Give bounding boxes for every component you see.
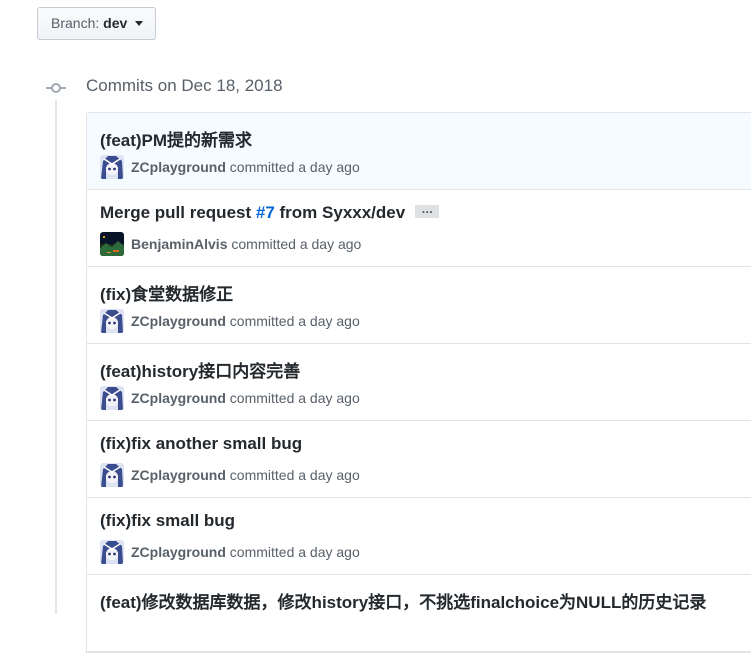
commit-node-icon xyxy=(46,83,66,93)
commit-list: (feat)PM提的新需求 ZCplayground committed a d… xyxy=(86,112,751,653)
commit-meta: ZCplayground committed a day ago xyxy=(100,540,360,564)
anime-avatar[interactable] xyxy=(100,155,124,179)
commit-time: a day ago xyxy=(298,313,360,329)
anime-avatar[interactable] xyxy=(100,463,124,487)
commit-action-text: committed xyxy=(229,390,295,406)
commit-row: (feat)history接口内容完善 ZCplayground committ… xyxy=(87,344,751,421)
commit-meta: ZCplayground committed a day ago xyxy=(100,463,360,487)
timeline-line xyxy=(55,100,57,614)
commit-author-link[interactable]: ZCplayground xyxy=(131,313,226,329)
commit-row: (fix)fix another small bug ZCplayground … xyxy=(87,421,751,498)
commit-row: (fix)食堂数据修正 ZCplayground committed a day… xyxy=(87,267,751,344)
commit-row: (fix)fix small bug ZCplayground committe… xyxy=(87,498,751,575)
commit-row: Merge pull request #7 from Syxxx/dev … Be… xyxy=(87,190,751,267)
commit-time: a day ago xyxy=(298,467,360,483)
commit-meta: ZCplayground committed a day ago xyxy=(100,155,360,179)
commit-time: a day ago xyxy=(298,159,360,175)
commit-action-text: committed xyxy=(231,236,296,252)
anime-avatar[interactable] xyxy=(100,540,124,564)
commit-row: (feat)PM提的新需求 ZCplayground committed a d… xyxy=(87,113,751,190)
commit-action-text: committed xyxy=(229,159,295,175)
commit-title-link[interactable]: Merge pull request #7 from Syxxx/dev … xyxy=(100,203,440,223)
commit-author-link[interactable]: ZCplayground xyxy=(131,390,226,406)
commit-title-link[interactable]: (feat)修改数据库数据，修改history接口，不挑选finalchoice… xyxy=(100,588,706,613)
commit-title-prefix: Merge pull request xyxy=(100,203,256,222)
commit-title-link[interactable]: (feat)history接口内容完善 xyxy=(100,357,300,382)
branch-select-button[interactable]: Branch: dev xyxy=(37,7,156,40)
commit-group-title: Commits on Dec 18, 2018 xyxy=(86,76,283,95)
landscape-avatar[interactable] xyxy=(100,232,124,256)
commit-action-text: committed xyxy=(229,544,295,560)
commit-meta: BenjaminAlvis committed a day ago xyxy=(100,232,361,256)
commit-time: a day ago xyxy=(299,236,362,252)
commit-action-text: committed xyxy=(229,313,295,329)
commit-time: a day ago xyxy=(298,390,360,406)
commit-title-suffix: from Syxxx/dev xyxy=(274,203,406,222)
expand-message-button[interactable]: … xyxy=(415,203,440,219)
commit-author-link[interactable]: ZCplayground xyxy=(131,544,226,560)
commit-title-link[interactable]: (feat)PM提的新需求 xyxy=(100,126,252,151)
commit-author-link[interactable]: ZCplayground xyxy=(131,159,226,175)
anime-avatar[interactable] xyxy=(100,386,124,410)
commit-meta: ZCplayground committed a day ago xyxy=(100,309,360,333)
branch-name: dev xyxy=(103,15,128,31)
anime-avatar[interactable] xyxy=(100,309,124,333)
commit-title-link[interactable]: (fix)fix small bug xyxy=(100,511,235,531)
caret-down-icon xyxy=(135,20,144,26)
commit-author-link[interactable]: ZCplayground xyxy=(131,467,226,483)
pull-request-link[interactable]: #7 xyxy=(256,203,275,222)
commit-time: a day ago xyxy=(298,544,360,560)
commit-author-link[interactable]: BenjaminAlvis xyxy=(131,236,227,252)
commit-title-link[interactable]: (fix)食堂数据修正 xyxy=(100,280,233,305)
commit-action-text: committed xyxy=(229,467,295,483)
commit-title-link[interactable]: (fix)fix another small bug xyxy=(100,434,302,454)
commit-meta: ZCplayground committed a day ago xyxy=(100,386,360,410)
branch-label-prefix: Branch: xyxy=(51,15,100,31)
